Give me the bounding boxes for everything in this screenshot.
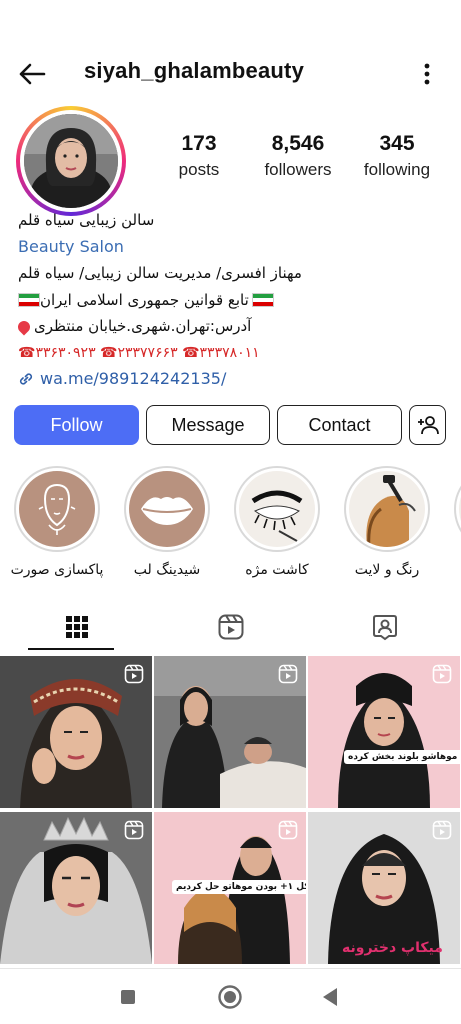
- location-pin-icon: [15, 318, 33, 335]
- reel-badge-icon: [124, 664, 144, 684]
- lips-icon: [141, 497, 193, 525]
- posts-grid: وقتی پسرا میفهمن ! اکستنشن موهاشو بلوند …: [0, 656, 461, 968]
- iran-flag-icon: [18, 293, 40, 307]
- recents-button[interactable]: [114, 983, 142, 1011]
- add-user-button[interactable]: [409, 405, 446, 445]
- reels-icon: [218, 614, 243, 640]
- profile-stats: 173 posts 8,546 followers 345 following: [150, 132, 446, 192]
- stat-label: followers: [264, 160, 332, 179]
- active-tab-indicator: [28, 648, 114, 650]
- add-user-icon: [417, 416, 439, 435]
- home-button[interactable]: [216, 983, 244, 1011]
- highlight-more[interactable]: [442, 466, 461, 552]
- eyelash-icon: [251, 490, 303, 542]
- reel-badge-icon: [432, 820, 452, 840]
- stat-value: 8,546: [271, 132, 325, 155]
- post-thumbnail[interactable]: [0, 812, 152, 964]
- arrow-left-icon: [19, 63, 46, 85]
- link-icon: [19, 373, 33, 385]
- bio-phone-numbers: ☎۳۳۶۳۰۹۲۳ ☎۲۳۳۷۷۶۶۳ ☎۳۳۳۷۸۰۱۱: [18, 344, 260, 361]
- post-caption: وقتی پسرا میفهمن ! اکستنشن موهاشو بلوند …: [344, 750, 460, 764]
- highlight-label: شیدینگ لب: [133, 562, 201, 578]
- profile-username: siyah_ghalambeauty: [84, 58, 305, 83]
- more-vertical-icon: [424, 63, 430, 85]
- reels-tab[interactable]: [154, 604, 307, 650]
- system-nav-bar: [0, 968, 461, 1024]
- bio-link-row[interactable]: wa.me/989124242135/: [18, 366, 448, 393]
- tagged-tab[interactable]: [308, 604, 461, 650]
- follow-button[interactable]: Follow: [14, 405, 139, 445]
- stat-label: following: [363, 160, 431, 179]
- posts-count[interactable]: 173 posts: [150, 132, 248, 192]
- highlight-lip-shading[interactable]: شیدینگ لب: [112, 466, 222, 578]
- post-caption: میکاپ دخترونه: [342, 940, 443, 956]
- back-triangle-icon: [323, 988, 337, 1006]
- stat-label: posts: [178, 160, 220, 179]
- story-ring[interactable]: [16, 106, 126, 216]
- stat-value: 345: [379, 132, 415, 155]
- followers-count[interactable]: 8,546 followers: [249, 132, 347, 192]
- bio-line-1: مهناز افسری/ مدیریت سالن زیبایی/ سیاه قل…: [18, 264, 302, 282]
- highlight-label: پاکسازی صورت: [10, 562, 104, 578]
- grid-tab[interactable]: [0, 604, 153, 650]
- highlight-face-cleansing[interactable]: پاکسازی صورت: [2, 466, 112, 578]
- message-button[interactable]: Message: [146, 405, 270, 445]
- highlight-hair-color[interactable]: رنگ و لایت: [332, 466, 442, 578]
- reel-badge-icon: [278, 664, 298, 684]
- bio-line-2-row: تابع قوانین جمهوری اسلامی ایران: [18, 287, 448, 314]
- bio-line-2: تابع قوانین جمهوری اسلامی ایران: [40, 290, 249, 309]
- following-count[interactable]: 345 following: [348, 132, 446, 192]
- top-bar: siyah_ghalambeauty: [0, 48, 461, 100]
- iran-flag-icon: [251, 293, 274, 307]
- recents-icon: [121, 990, 135, 1004]
- bio-line-3-row: آدرس:تهران.شهری.خیابان منتظری: [15, 313, 448, 340]
- tagged-icon: [372, 615, 397, 641]
- bio-link[interactable]: wa.me/989124242135/: [40, 366, 226, 393]
- face-cleansing-icon: [38, 483, 76, 535]
- profile-category[interactable]: Beauty Salon: [18, 234, 448, 261]
- reel-badge-icon: [278, 820, 298, 840]
- post-caption: نا امید نباش ! مشکل ۱+ بودن موهاتو حل کر…: [172, 880, 306, 894]
- more-options-button[interactable]: [419, 60, 435, 88]
- highlight-eyelash[interactable]: کاشت مژه: [222, 466, 332, 578]
- highlight-label: کاشت مژه: [245, 562, 309, 578]
- post-thumbnail[interactable]: نا امید نباش ! مشکل ۱+ بودن موهاتو حل کر…: [154, 812, 306, 964]
- reel-badge-icon: [124, 820, 144, 840]
- bio-line-3: آدرس:تهران.شهری.خیابان منتظری: [34, 317, 252, 335]
- home-icon: [218, 985, 242, 1009]
- highlight-label: رنگ و لایت: [354, 562, 420, 578]
- profile-actions: Follow Message Contact: [14, 405, 446, 445]
- grid-icon: [65, 616, 88, 638]
- hair-color-icon: [366, 475, 416, 547]
- profile-bio: سالن زیبایی سیاه قلم Beauty Salon مهناز …: [15, 207, 448, 393]
- post-thumbnail[interactable]: [0, 656, 152, 808]
- back-nav-button[interactable]: [316, 983, 344, 1011]
- contact-button[interactable]: Contact: [277, 405, 402, 445]
- back-button[interactable]: [16, 58, 48, 90]
- profile-avatar-image: [24, 114, 118, 208]
- reel-badge-icon: [432, 664, 452, 684]
- avatar: [24, 114, 118, 208]
- profile-tabs: [0, 604, 461, 650]
- post-thumbnail[interactable]: میکاپ دخترونه: [308, 812, 460, 964]
- story-highlights: پاکسازی صورت شیدینگ لب کاشت مژه رنگ و لا…: [0, 466, 461, 581]
- stat-value: 173: [181, 132, 217, 155]
- post-thumbnail[interactable]: [154, 656, 306, 808]
- display-name: سالن زیبایی سیاه قلم: [18, 211, 155, 229]
- post-thumbnail[interactable]: وقتی پسرا میفهمن ! اکستنشن موهاشو بلوند …: [308, 656, 460, 808]
